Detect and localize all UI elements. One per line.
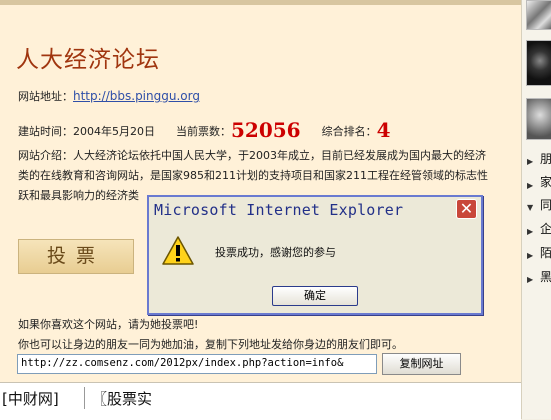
dragon-thumbnail[interactable] <box>526 40 551 86</box>
rank-label: 综合排名： <box>321 125 377 138</box>
sidebar-item[interactable]: 家 <box>540 173 551 190</box>
dialog-message: 投票成功，感谢您的参与 <box>215 246 336 259</box>
bullet-icon: ▶ <box>527 227 534 236</box>
sidebar-item[interactable]: 企 <box>540 220 551 237</box>
close-button[interactable]: ✕ <box>456 199 477 219</box>
sidebar-item[interactable]: 朋 <box>540 150 551 167</box>
chevron-down-icon: ▼ <box>527 203 534 212</box>
bottom-tab-stocks[interactable]: 〖股票实 <box>92 388 152 409</box>
intro-line: 网站介绍：人大经济论坛依托中国人民大学，于2003年成立，目前已经发展成为国内最… <box>18 149 486 162</box>
bottom-tab-zhongcai[interactable]: [中财网] <box>2 388 59 409</box>
top-border <box>0 0 521 5</box>
sidebar-item[interactable]: 黑 <box>540 268 551 285</box>
stats-row: 建站时间：2004年5月20日 当前票数：52056 综合排名：4 <box>18 118 391 142</box>
votes-count: 52056 <box>231 118 301 142</box>
sidebar-item[interactable]: 同 <box>540 196 551 213</box>
sidebar-item[interactable]: 陌 <box>540 244 551 261</box>
avatar-thumbnail[interactable] <box>526 0 551 30</box>
founded-date: 2004年5月20日 <box>73 125 155 138</box>
warning-icon <box>162 236 194 265</box>
avatar-thumbnail[interactable] <box>526 98 551 140</box>
share-instruction: 你也可以让身边的朋友一同为她加油，复制下列地址发给你身边的朋友们即可。 <box>18 338 403 351</box>
site-url-link[interactable]: http://bbs.pinggu.org <box>73 89 200 103</box>
dialog-titlebar[interactable]: Microsoft Internet Explorer ✕ <box>149 197 481 221</box>
url-label: 网站地址： <box>18 90 73 103</box>
share-url-input[interactable]: http://zz.comsenz.com/2012px/index.php?a… <box>17 354 377 374</box>
url-row: 网站地址：http://bbs.pinggu.org <box>18 88 200 104</box>
bullet-icon: ▶ <box>527 251 534 260</box>
ok-button[interactable]: 确定 <box>272 286 358 306</box>
dialog-title: Microsoft Internet Explorer <box>154 201 404 219</box>
votes-label: 当前票数： <box>176 125 231 138</box>
webpage-content: 人大经济论坛 网站地址：http://bbs.pinggu.org 建站时间：2… <box>0 0 521 382</box>
site-title: 人大经济论坛 <box>16 47 160 73</box>
alert-dialog: Microsoft Internet Explorer ✕ 投票成功，感谢您的参… <box>147 195 483 315</box>
bullet-icon: ▶ <box>527 157 534 166</box>
copy-url-button[interactable]: 复制网址 <box>382 353 461 375</box>
bottom-bar: [中财网] 〖股票实 <box>0 382 521 420</box>
bullet-icon: ▶ <box>527 181 534 190</box>
bullet-icon: ▶ <box>527 275 534 284</box>
intro-line: 类的在线教育和咨询网站，是国家985和211计划的支持项目和国家211工程在经管… <box>18 169 488 182</box>
bottom-divider <box>84 387 85 409</box>
right-sidebar: ▶ 朋 ▶ 家 ▼ 同 ▶ 企 ▶ 陌 ▶ 黑 <box>521 0 551 419</box>
founded-label: 建站时间： <box>18 125 73 138</box>
share-prompt: 如果你喜欢这个网站，请为她投票吧! <box>18 318 199 331</box>
vote-button[interactable]: 投票 <box>18 239 134 274</box>
rank-value: 4 <box>376 118 391 142</box>
